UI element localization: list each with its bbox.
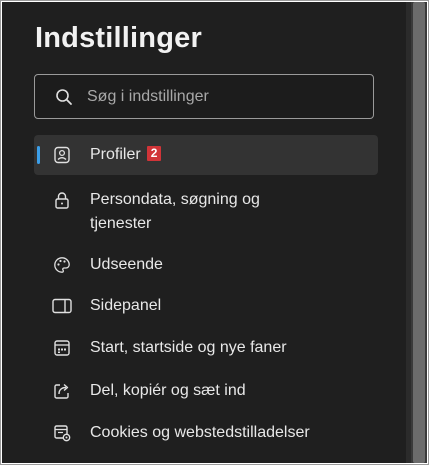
settings-window: Indstillinger Søg i indstillinger Profil… — [0, 0, 429, 465]
nav-item-label: Del, kopiér og sæt ind — [90, 382, 246, 399]
palette-icon — [52, 253, 72, 277]
nav-item-cookies[interactable]: Cookies og webstedstilladelser — [34, 421, 378, 451]
nav-item-start[interactable]: Start, startside og nye faner — [34, 336, 378, 366]
share-icon — [52, 379, 72, 403]
cookies-icon — [52, 421, 72, 445]
nav-item-sidepanel[interactable]: Sidepanel — [34, 294, 378, 324]
settings-nav: Profiler 2 Persondata, søgning og tjenest… — [34, 135, 378, 451]
nav-item-label: Sidepanel — [90, 297, 162, 314]
search-input[interactable] — [87, 87, 373, 106]
profile-icon — [52, 143, 72, 167]
search-box[interactable] — [34, 74, 374, 119]
nav-item-label: Cookies og webstedstilladelser — [90, 424, 310, 441]
scrollbar-thumb[interactable] — [413, 2, 425, 463]
page-title: Indstillinger — [35, 22, 202, 54]
nav-item-label: Persondata, søgning og — [90, 191, 260, 208]
nav-item-label: Profiler — [90, 146, 141, 163]
nav-item-del[interactable]: Del, kopiér og sæt ind — [34, 379, 378, 409]
selected-indicator — [37, 146, 40, 164]
lock-icon — [52, 188, 72, 212]
nav-item-label-line2: tjenester — [90, 215, 152, 232]
nav-item-persondata[interactable]: Persondata, søgning og tjenester — [34, 188, 378, 244]
sidepanel-icon — [52, 294, 72, 318]
nav-item-udseende[interactable]: Udseende — [34, 253, 378, 283]
nav-item-profiler[interactable]: Profiler 2 — [34, 135, 378, 175]
nav-item-label: Udseende — [90, 256, 163, 273]
settings-sidebar: Indstillinger Søg i indstillinger Profil… — [2, 2, 406, 463]
search-icon — [55, 88, 73, 106]
notification-badge: 2 — [146, 146, 162, 161]
home-grid-icon — [52, 336, 72, 360]
nav-item-label: Start, startside og nye faner — [90, 339, 287, 356]
